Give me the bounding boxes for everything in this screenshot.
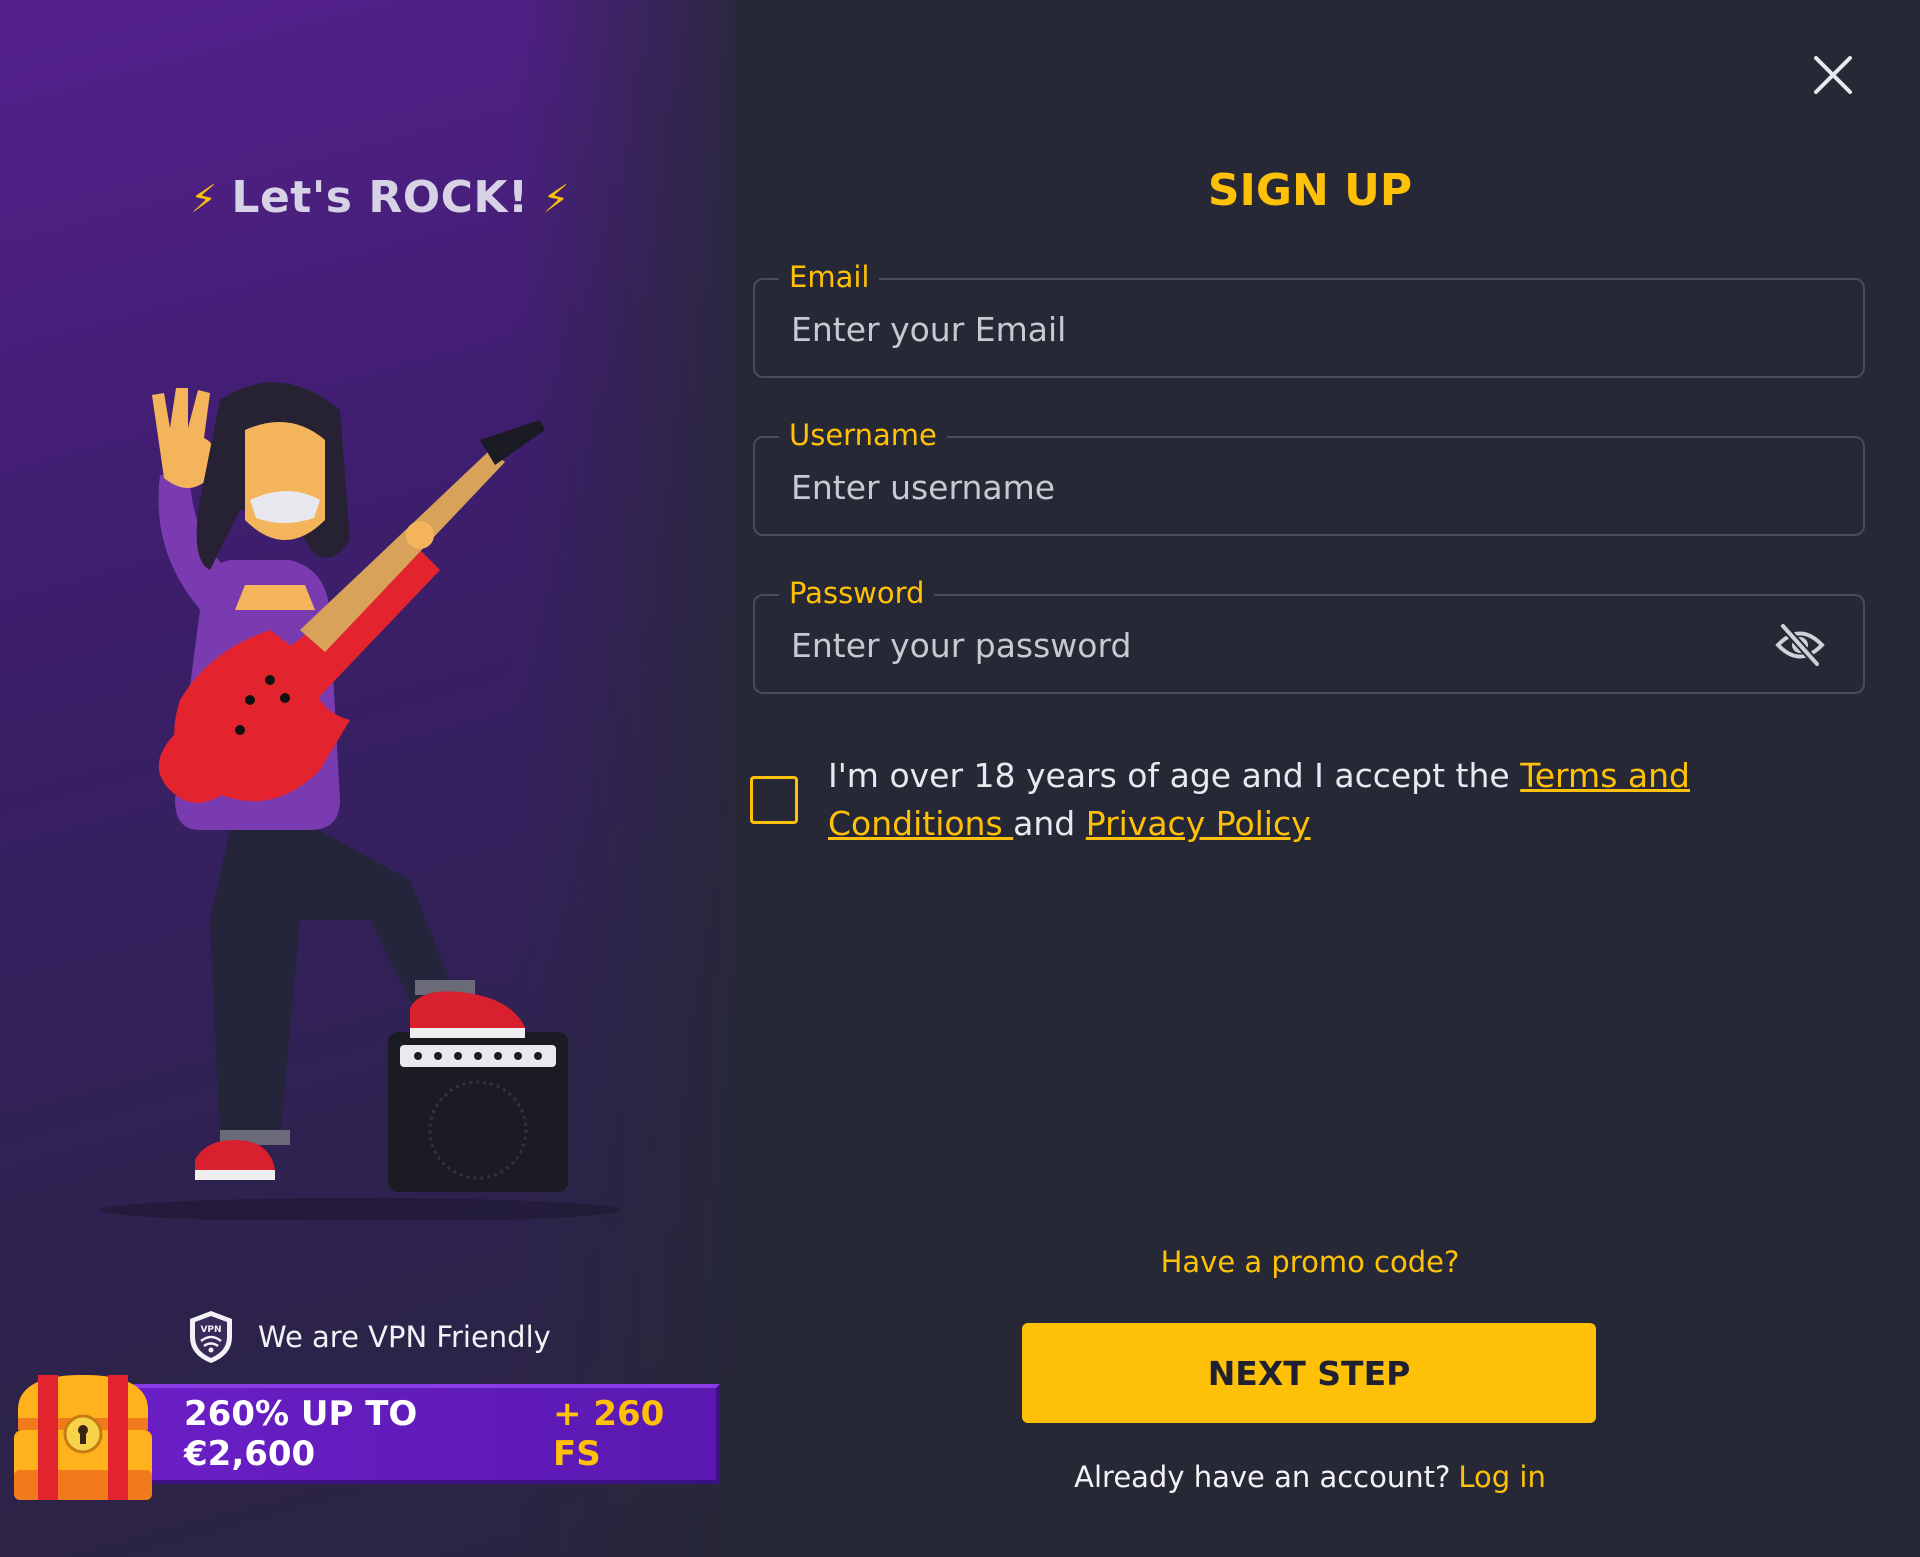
- next-step-button[interactable]: NEXT STEP: [1022, 1323, 1596, 1423]
- lightning-icon: ⚡: [190, 177, 218, 221]
- email-input[interactable]: [791, 306, 1751, 352]
- email-label: Email: [779, 260, 880, 294]
- vpn-friendly-row: VPN We are VPN Friendly: [186, 1307, 551, 1367]
- vpn-friendly-label: We are VPN Friendly: [258, 1320, 551, 1354]
- password-field[interactable]: Password: [753, 576, 1865, 694]
- lets-rock-headline: ⚡ Let's ROCK! ⚡: [190, 172, 570, 223]
- privacy-policy-link[interactable]: Privacy Policy: [1086, 804, 1311, 843]
- login-prompt: Already have an account?: [1074, 1460, 1451, 1494]
- svg-text:VPN: VPN: [200, 1325, 221, 1335]
- eye-off-icon[interactable]: [1775, 622, 1825, 668]
- bonus-main-text: 260% UP TO €2,600: [184, 1394, 418, 1474]
- login-row: Already have an account? Log in: [735, 1460, 1885, 1494]
- close-icon[interactable]: [1808, 50, 1858, 100]
- username-field[interactable]: Username: [753, 418, 1865, 536]
- terms-checkbox[interactable]: [750, 776, 798, 824]
- login-link[interactable]: Log in: [1458, 1460, 1545, 1494]
- vpn-shield-icon: VPN: [190, 1311, 232, 1363]
- password-input[interactable]: [791, 622, 1751, 668]
- terms-row: I'm over 18 years of age and I accept th…: [750, 752, 1850, 848]
- bonus-free-spins-text: + 260 FS: [553, 1394, 665, 1474]
- username-label: Username: [779, 418, 947, 452]
- lightning-icon: ⚡: [542, 177, 570, 221]
- terms-text: I'm over 18 years of age and I accept th…: [828, 756, 1690, 843]
- bonus-banner[interactable]: 260% UP TO €2,600 + 260 FS: [120, 1384, 720, 1484]
- treasure-chest-icon: [14, 1375, 152, 1500]
- username-input[interactable]: [791, 464, 1751, 510]
- signup-title: SIGN UP: [1207, 165, 1413, 216]
- rocker-illustration: [100, 382, 620, 1220]
- promo-code-link[interactable]: Have a promo code?: [735, 1245, 1885, 1279]
- promo-panel: ⚡ Let's ROCK! ⚡ VPN We are VPN Friendly: [0, 0, 735, 1557]
- password-label: Password: [779, 576, 935, 610]
- email-field[interactable]: Email: [753, 260, 1865, 378]
